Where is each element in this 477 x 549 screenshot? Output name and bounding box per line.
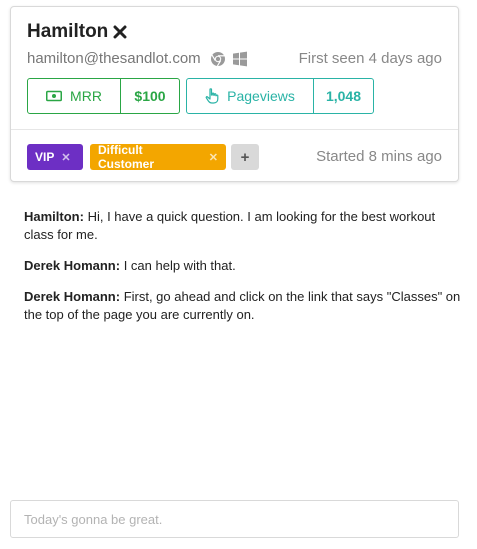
name-row: Hamilton: [27, 21, 127, 43]
pageviews-value: 1,048: [325, 88, 362, 104]
windows-icon: [232, 51, 248, 67]
pageviews-label: Pageviews: [227, 88, 295, 104]
add-tag-button[interactable]: +: [231, 144, 259, 170]
pageviews-label-cell: Pageviews: [187, 79, 314, 113]
card-divider: [11, 129, 458, 130]
chrome-icon: [210, 51, 226, 67]
close-icon[interactable]: [113, 25, 127, 39]
tag-vip-label: VIP: [35, 150, 55, 164]
message: Derek Homann: I can help with that.: [24, 257, 464, 275]
message: Derek Homann: First, go ahead and click …: [24, 288, 464, 324]
message-text: Hi, I have a quick question. I am lookin…: [24, 209, 436, 242]
customer-name: Hamilton: [27, 21, 109, 42]
pointer-hand-icon: [205, 88, 219, 104]
email-row: hamilton@thesandlot.com: [27, 50, 248, 67]
message-author: Derek Homann:: [24, 258, 121, 273]
conversation-started-text: Started 8 mins ago: [316, 148, 442, 165]
message-text: I can help with that.: [120, 258, 236, 273]
message: Hamilton: Hi, I have a quick question. I…: [24, 208, 464, 244]
mrr-stat[interactable]: MRR $100: [27, 78, 180, 114]
customer-email: hamilton@thesandlot.com: [27, 50, 201, 67]
message-list: Hamilton: Hi, I have a quick question. I…: [24, 208, 464, 337]
message-author: Hamilton:: [24, 209, 84, 224]
first-seen-text: First seen 4 days ago: [298, 50, 442, 67]
message-composer-input[interactable]: [10, 500, 459, 538]
mrr-label: MRR: [70, 88, 102, 104]
money-icon: [46, 90, 63, 102]
pageviews-stat[interactable]: Pageviews 1,048: [186, 78, 374, 114]
message-author: Derek Homann:: [24, 289, 121, 304]
mrr-label-cell: MRR: [28, 79, 121, 113]
remove-tag-icon[interactable]: ✕: [209, 151, 218, 164]
tag-difficult-customer-label: Difficult Customer: [98, 143, 155, 171]
customer-header: Hamilton hamilton@thesandlot.com First s…: [11, 7, 458, 129]
customer-card: Hamilton hamilton@thesandlot.com First s…: [10, 6, 459, 182]
mrr-value: $100: [134, 88, 166, 104]
tag-vip[interactable]: VIP ✕: [27, 144, 83, 170]
tag-difficult-customer[interactable]: Difficult Customer ✕: [90, 143, 226, 171]
remove-tag-icon[interactable]: ✕: [61, 151, 70, 164]
